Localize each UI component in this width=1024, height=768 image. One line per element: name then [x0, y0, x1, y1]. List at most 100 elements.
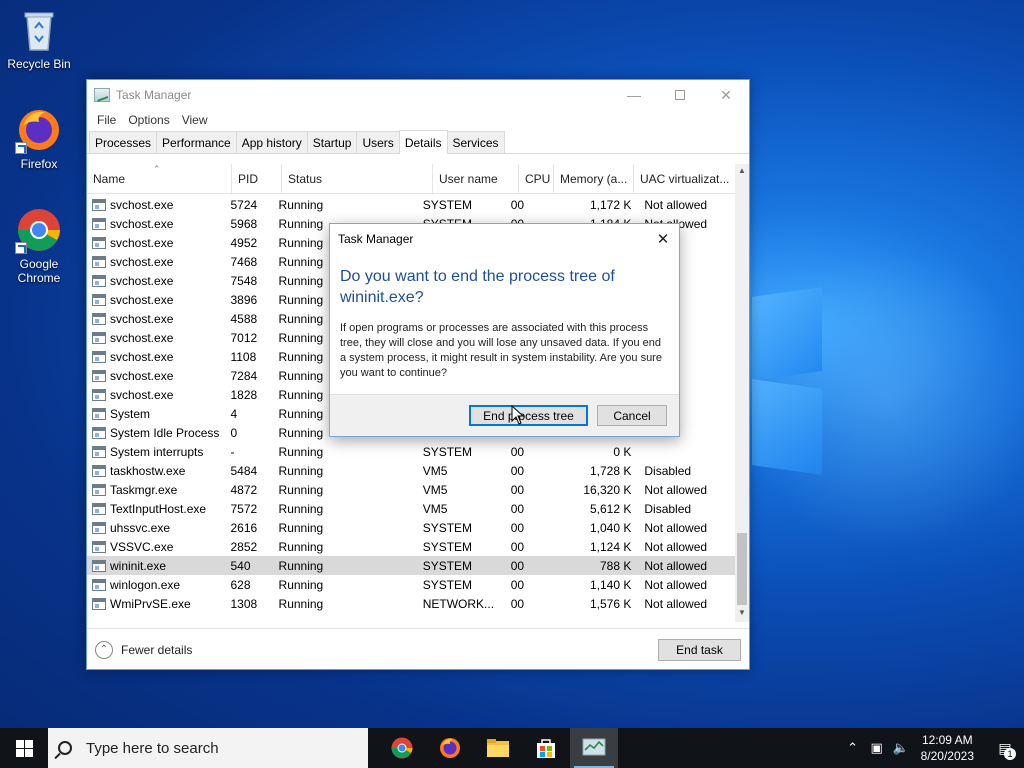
footer-bar: ⌃ Fewer details End task [87, 628, 749, 670]
pid-cell: 5968 [230, 216, 258, 231]
menu-file[interactable]: File [91, 113, 122, 127]
column-header-status[interactable]: Status [282, 164, 433, 194]
tab-details[interactable]: Details [398, 130, 448, 154]
windows-logo-icon [15, 739, 33, 757]
process-icon [92, 350, 106, 363]
cpu-cell: 00 [510, 463, 525, 478]
vertical-scrollbar[interactable]: ▲ ▼ [735, 164, 749, 622]
process-name: svchost.exe [110, 330, 174, 345]
status-cell: Running [278, 539, 324, 554]
memory-cell: 5,612 K [589, 501, 632, 516]
cpu-cell: 00 [510, 539, 525, 554]
menu-options[interactable]: Options [122, 113, 175, 127]
process-icon [92, 483, 106, 496]
cpu-cell: 00 [510, 596, 525, 611]
close-button[interactable]: ✕ [703, 80, 749, 110]
memory-cell: 788 K [600, 558, 632, 573]
minimize-button[interactable]: — [611, 80, 657, 110]
process-icon [92, 464, 106, 477]
status-cell: Running [278, 444, 324, 459]
scroll-up-icon[interactable]: ▲ [735, 164, 749, 178]
tab-startup[interactable]: Startup [306, 131, 358, 153]
status-cell: Running [278, 463, 324, 478]
maximize-button[interactable] [657, 80, 703, 110]
show-hidden-icons-chevron-icon[interactable]: ⌃ [841, 740, 865, 756]
cpu-cell: 00 [510, 197, 525, 212]
table-row[interactable]: System interrupts - Running SYSTEM 00 0 K [87, 442, 735, 461]
cancel-button[interactable]: Cancel [597, 405, 667, 426]
fewer-details-link[interactable]: ⌃ Fewer details [95, 640, 192, 659]
table-row[interactable]: svchost.exe 5724 Running SYSTEM 00 1,172 K Not… [87, 195, 735, 214]
cpu-cell: 00 [510, 558, 525, 573]
status-cell: Running [278, 558, 324, 573]
column-header-pid[interactable]: PID [232, 164, 282, 194]
action-center-button[interactable]: ▤ 1 [986, 728, 1024, 768]
user-name-cell: SYSTEM [422, 444, 473, 459]
clock[interactable]: 12:09 AM 8/20/2023 [921, 732, 974, 764]
search-placeholder: Type here to search [86, 739, 219, 757]
recycle-bin-icon [15, 6, 63, 54]
shortcut-arrow-icon [15, 142, 27, 154]
desktop-icon-google-chrome[interactable]: Google Chrome [1, 206, 77, 285]
uac-cell: Not allowed [644, 558, 708, 573]
column-header-user-name[interactable]: User name [433, 164, 519, 194]
volume-icon[interactable]: 🔈 [889, 740, 913, 756]
network-icon[interactable]: ▣ [865, 740, 889, 756]
taskbar-file-explorer[interactable] [474, 728, 522, 768]
pid-cell: 7012 [230, 330, 258, 345]
taskbar-firefox[interactable] [426, 728, 474, 768]
table-row[interactable]: VSSVC.exe 2852 Running SYSTEM 00 1,124 K Not a… [87, 537, 735, 556]
table-row[interactable]: taskhostw.exe 5484 Running VM5 00 1,728 K Disa… [87, 461, 735, 480]
taskbar-chrome[interactable] [378, 728, 426, 768]
memory-cell: 1,140 K [589, 577, 632, 592]
column-header-memory[interactable]: Memory (a... [554, 164, 634, 194]
table-row[interactable]: uhssvc.exe 2616 Running SYSTEM 00 1,040 K Not … [87, 518, 735, 537]
tab-performance[interactable]: Performance [156, 131, 237, 153]
process-name-cell: svchost.exe [87, 350, 225, 364]
title-bar[interactable]: Task Manager — ✕ [87, 80, 749, 110]
menu-view[interactable]: View [176, 113, 214, 127]
store-icon [537, 739, 555, 758]
table-row[interactable]: TextInputHost.exe 7572 Running VM5 00 5,612 K… [87, 499, 735, 518]
table-row[interactable]: Taskmgr.exe 4872 Running VM5 00 16,320 K Not a… [87, 480, 735, 499]
dialog-title-bar[interactable]: Task Manager ✕ [330, 224, 679, 254]
tab-processes[interactable]: Processes [89, 131, 158, 153]
desktop-icon-firefox[interactable]: Firefox [1, 106, 77, 171]
start-button[interactable] [0, 728, 48, 768]
table-row[interactable]: winlogon.exe 628 Running SYSTEM 00 1,140 K Not… [87, 575, 735, 594]
table-row[interactable]: wininit.exe 540 Running SYSTEM 00 788 K Not al… [87, 556, 735, 575]
dialog-button-bar: End process tree Cancel [330, 394, 679, 436]
end-process-tree-button[interactable]: End process tree [469, 405, 588, 426]
dialog-close-button[interactable]: ✕ [647, 224, 679, 254]
tab-users[interactable]: Users [356, 131, 400, 153]
column-header-uac[interactable]: UAC virtualizat... [634, 164, 735, 194]
process-name-cell: System Idle Process [87, 426, 225, 440]
scrollbar-thumb[interactable] [737, 533, 747, 605]
column-header-name[interactable]: ⌃ Name [87, 164, 232, 194]
taskbar-store[interactable] [522, 728, 570, 768]
taskbar-search-box[interactable]: Type here to search [48, 728, 368, 768]
process-icon [92, 521, 106, 534]
process-icon [92, 274, 106, 287]
scroll-down-icon[interactable]: ▼ [735, 606, 749, 620]
user-name-cell: SYSTEM [422, 539, 473, 554]
taskbar-task-manager[interactable] [570, 728, 618, 768]
task-manager-icon [582, 738, 606, 756]
process-icon [92, 407, 106, 420]
pid-cell: 0 [230, 425, 238, 440]
memory-cell: 1,576 K [589, 596, 632, 611]
memory-cell: 1,172 K [589, 197, 632, 212]
process-icon [92, 217, 106, 230]
process-name: WmiPrvSE.exe [110, 596, 191, 611]
pid-cell: 7572 [230, 501, 258, 516]
cpu-cell: 00 [510, 444, 525, 459]
end-task-button[interactable]: End task [658, 638, 741, 661]
table-row[interactable]: WmiPrvSE.exe 1308 Running NETWORK... 00 1,576… [87, 594, 735, 613]
clock-date: 8/20/2023 [920, 749, 974, 763]
tab-app-history[interactable]: App history [235, 131, 308, 153]
end-process-tree-dialog: Task Manager ✕ Do you want to end the pr… [329, 223, 680, 437]
desktop-icon-recycle-bin[interactable]: Recycle Bin [1, 6, 77, 71]
tab-services[interactable]: Services [446, 131, 505, 153]
process-name-cell: svchost.exe [87, 312, 225, 326]
column-header-cpu[interactable]: CPU [519, 164, 554, 194]
